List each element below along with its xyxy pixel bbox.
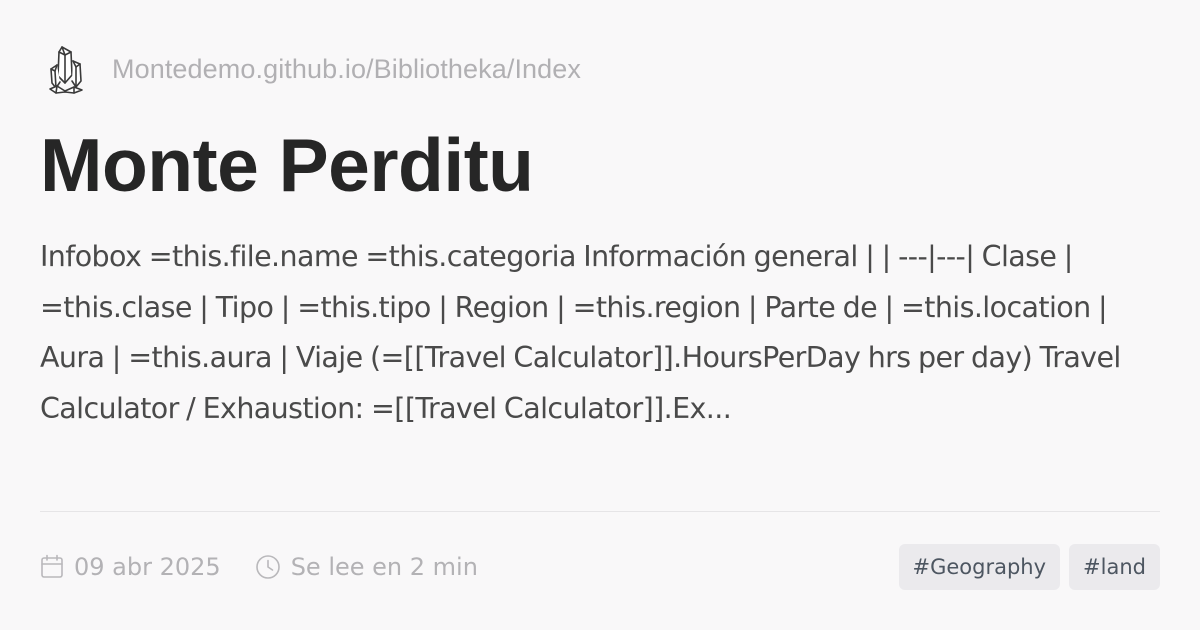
reading-time-text: Se lee en 2 min (290, 553, 478, 581)
tag-list: #Geography #land (890, 544, 1160, 590)
publish-date: 09 abr 2025 (40, 553, 221, 581)
reading-time: Se lee en 2 min (255, 553, 478, 581)
page-title: Monte Perditu (40, 123, 534, 207)
site-url[interactable]: Montedemo.github.io/Bibliotheka/Index (112, 54, 581, 85)
crystal-cluster-icon (46, 41, 86, 97)
page-description: Infobox =this.file.name =this.categoria … (40, 240, 1121, 425)
publish-date-text: 09 abr 2025 (74, 553, 221, 581)
tag-land[interactable]: #land (1069, 544, 1160, 590)
post-meta: 09 abr 2025 Se lee en 2 min (40, 553, 478, 581)
divider (40, 511, 1160, 512)
clock-icon (255, 555, 280, 579)
og-card: Montedemo.github.io/Bibliotheka/Index Mo… (0, 0, 1200, 630)
tag-geography[interactable]: #Geography (898, 544, 1061, 590)
card-footer: 09 abr 2025 Se lee en 2 min #Geography #… (40, 544, 1160, 590)
site-header: Montedemo.github.io/Bibliotheka/Index (46, 40, 581, 98)
calendar-icon (41, 554, 63, 578)
